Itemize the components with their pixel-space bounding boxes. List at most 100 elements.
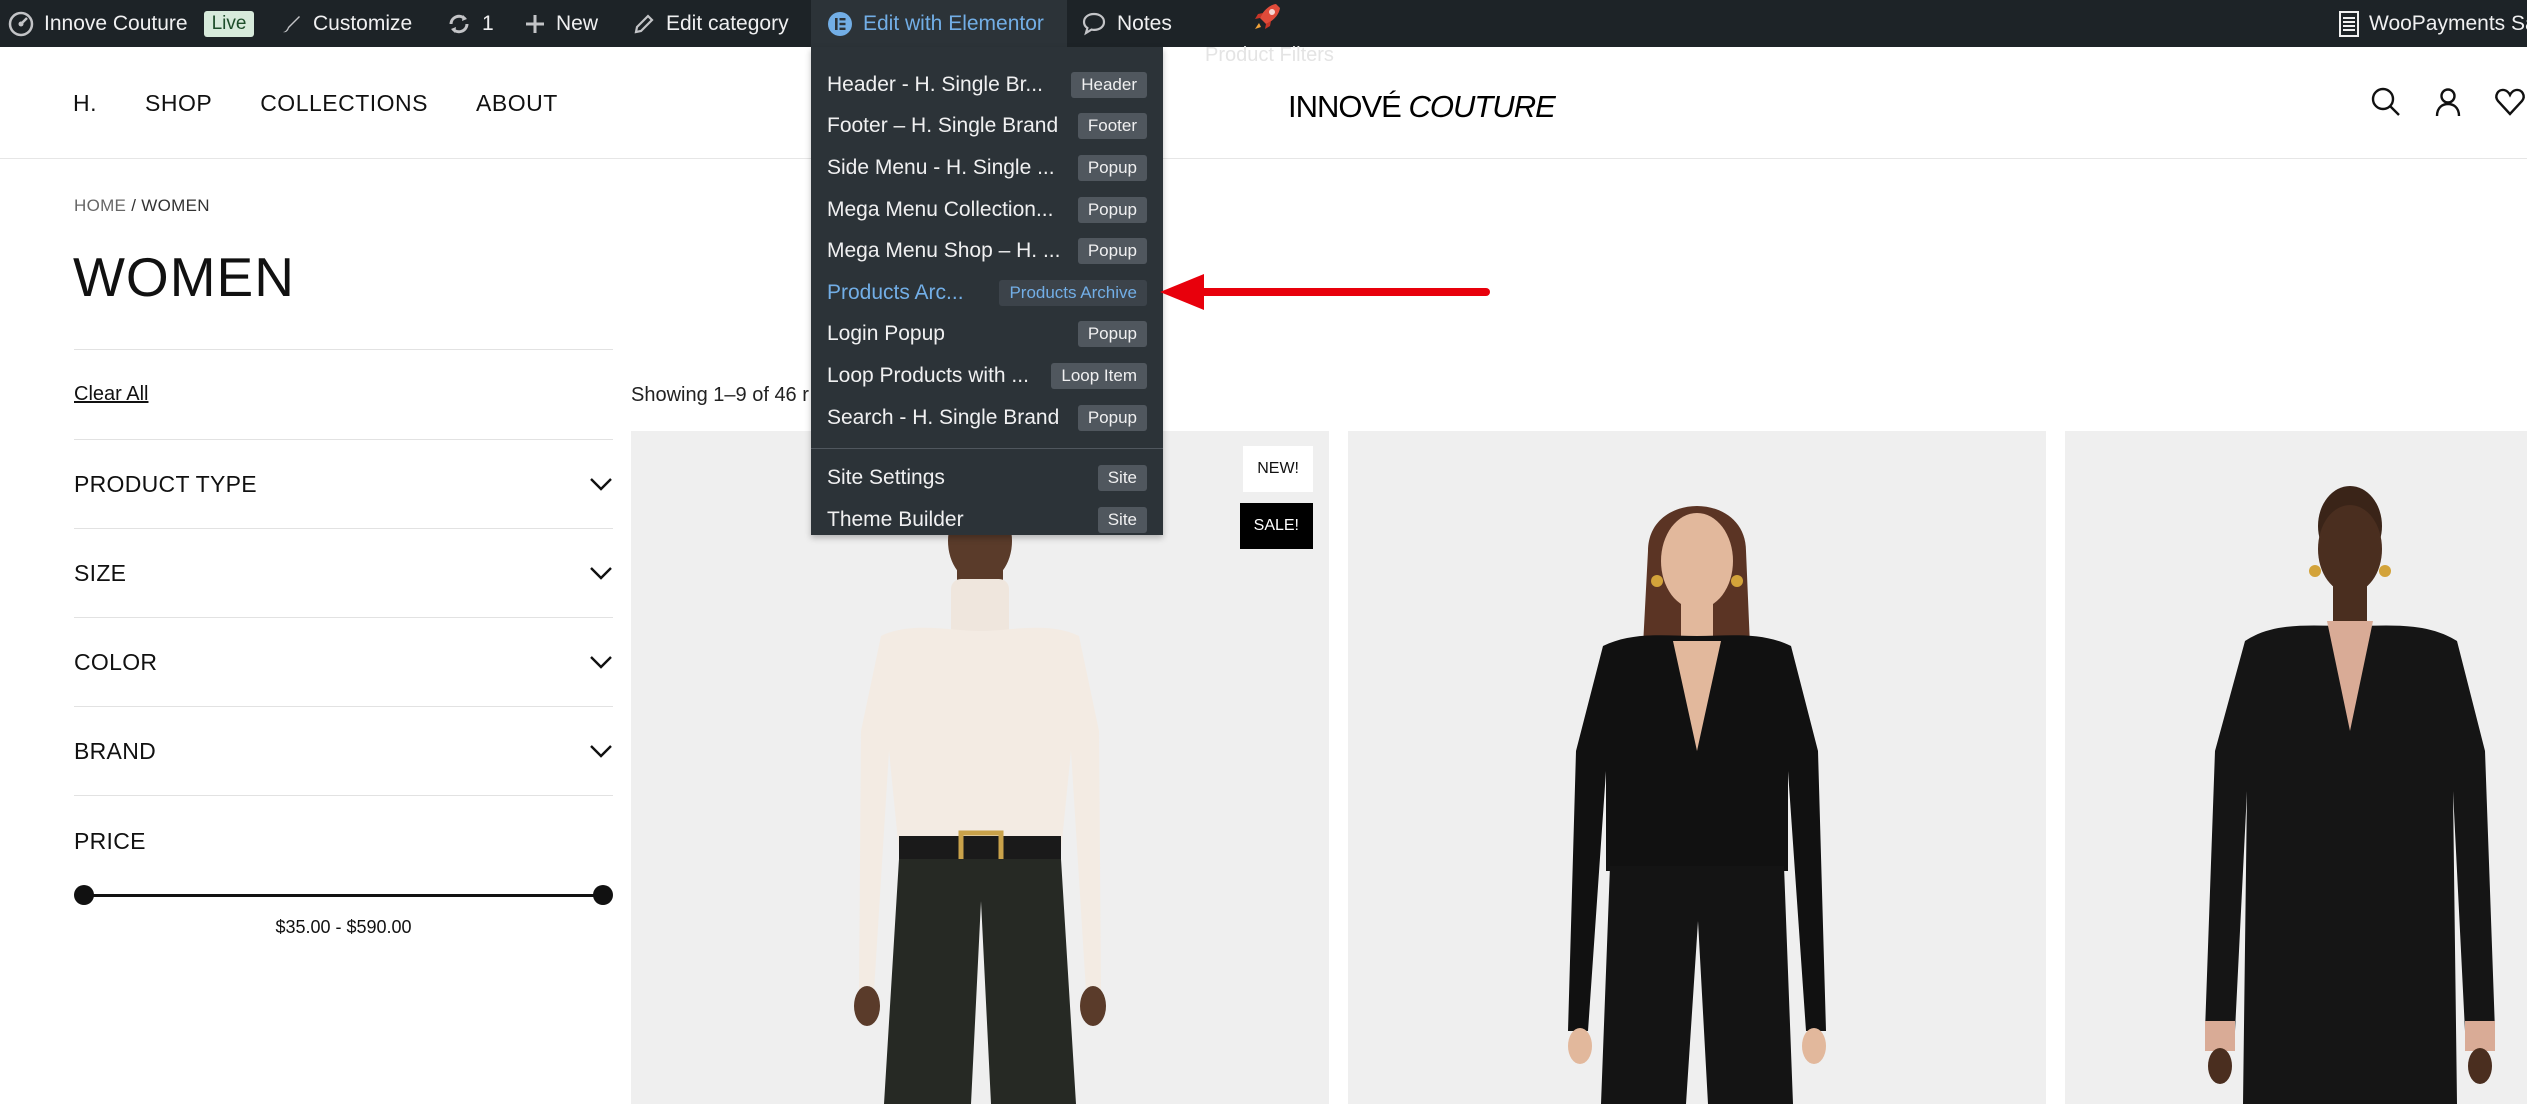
filter-size[interactable]: SIZE xyxy=(74,529,613,617)
product-card[interactable] xyxy=(1348,431,2046,1104)
nav-item-about[interactable]: ABOUT xyxy=(476,90,558,117)
header-icons xyxy=(2369,85,2527,119)
dropdown-item-label: Mega Menu Shop – H. ... xyxy=(827,239,1061,263)
dropdown-item-tag: Popup xyxy=(1077,196,1147,223)
notes-label: Notes xyxy=(1117,11,1172,35)
logo-part-1: INNOVÉ xyxy=(1288,89,1402,124)
dropdown-divider xyxy=(811,448,1163,450)
dropdown-item-tag: Site xyxy=(1097,506,1147,533)
dropdown-item-label: Login Popup xyxy=(827,322,945,346)
main-nav: H. SHOP COLLECTIONS ABOUT xyxy=(73,47,558,159)
customize-button[interactable]: Customize xyxy=(279,0,412,47)
nav-item-shop[interactable]: SHOP xyxy=(145,90,212,117)
page-title: WOMEN xyxy=(73,246,295,308)
chevron-down-icon xyxy=(590,656,612,669)
edit-with-elementor-label: Edit with Elementor xyxy=(863,11,1044,35)
filter-color[interactable]: COLOR xyxy=(74,618,613,706)
edit-category-button[interactable]: Edit category xyxy=(632,0,789,47)
account-icon[interactable] xyxy=(2431,85,2465,119)
elementor-dropdown-menu: Header - H. Single Br... Header Footer –… xyxy=(811,47,1163,535)
dropdown-item-tag: Header xyxy=(1071,71,1147,98)
dropdown-item-site-settings[interactable]: Site Settings Site xyxy=(811,457,1163,499)
dropdown-item-label: Loop Products with ... xyxy=(827,363,1029,387)
dropdown-item-tag: Popup xyxy=(1077,238,1147,265)
dropdown-item-mega-menu-collection[interactable]: Mega Menu Collection... Popup xyxy=(811,189,1163,231)
breadcrumb: HOME / WOMEN xyxy=(74,196,210,216)
pencil-icon xyxy=(634,13,654,33)
elementor-icon xyxy=(828,11,852,36)
price-filter-title: PRICE xyxy=(74,828,146,854)
new-badge: NEW! xyxy=(1243,446,1313,492)
breadcrumb-home[interactable]: HOME xyxy=(74,196,126,215)
product-image xyxy=(1348,431,2046,1104)
new-label: New xyxy=(556,11,599,35)
site-name-menu[interactable]: Innove Couture Live xyxy=(8,0,255,47)
nav-item-home[interactable]: H. xyxy=(73,90,97,117)
dropdown-item-products-archive[interactable]: Products Arc... Products Archive xyxy=(811,272,1163,314)
updates-button[interactable]: 1 xyxy=(446,0,494,47)
price-range-slider[interactable] xyxy=(74,885,613,905)
refresh-icon xyxy=(449,14,469,33)
dropdown-item-side-menu[interactable]: Side Menu - H. Single ... Popup xyxy=(811,147,1163,189)
edit-with-elementor-button[interactable]: Edit with Elementor xyxy=(811,0,1067,47)
dropdown-item-loop-products[interactable]: Loop Products with ... Loop Item xyxy=(811,355,1163,397)
dropdown-item-label: Footer – H. Single Brand xyxy=(827,114,1059,138)
dropdown-item-label: Side Menu - H. Single ... xyxy=(827,155,1055,179)
brush-icon xyxy=(283,15,300,32)
dropdown-item-search[interactable]: Search - H. Single Brand Popup xyxy=(811,397,1163,439)
red-arrow-annotation xyxy=(1160,274,1490,310)
dropdown-item-tag: Loop Item xyxy=(1051,362,1147,389)
wishlist-heart-icon[interactable] xyxy=(2493,85,2527,119)
chevron-down-icon xyxy=(590,745,612,758)
slider-min-handle[interactable] xyxy=(74,885,94,905)
slider-track xyxy=(84,894,603,897)
nav-item-collections[interactable]: COLLECTIONS xyxy=(260,90,428,117)
dropdown-item-label: Search - H. Single Brand xyxy=(827,405,1060,429)
dropdown-item-label: Theme Builder xyxy=(827,507,964,531)
breadcrumb-separator: / xyxy=(126,196,142,215)
document-icon xyxy=(2339,10,2359,37)
dropdown-item-label: Header - H. Single Br... xyxy=(827,72,1043,96)
product-filters-faint-label: Product Filters xyxy=(1205,44,1334,66)
result-count: Showing 1–9 of 46 r xyxy=(631,384,809,406)
dropdown-item-mega-menu-shop[interactable]: Mega Menu Shop – H. ... Popup xyxy=(811,230,1163,272)
dropdown-item-tag: Popup xyxy=(1077,321,1147,348)
chevron-down-icon xyxy=(590,567,612,580)
dropdown-item-label: Site Settings xyxy=(827,466,945,490)
dropdown-item-tag: Popup xyxy=(1077,154,1147,181)
speech-bubble-icon xyxy=(1082,12,1106,35)
dropdown-item-theme-builder[interactable]: Theme Builder Site xyxy=(811,499,1163,541)
notes-button[interactable]: Notes xyxy=(1081,0,1172,47)
chevron-down-icon xyxy=(590,478,612,491)
new-content-button[interactable]: New xyxy=(524,0,598,47)
site-logo[interactable]: INNOVÉ COUTURE xyxy=(1288,89,1556,125)
dropdown-item-label: Mega Menu Collection... xyxy=(827,197,1054,221)
customize-label: Customize xyxy=(313,11,413,35)
site-name: Innove Couture xyxy=(44,11,188,35)
woopayments-menu[interactable]: WooPayments Sa xyxy=(2339,0,2527,47)
dashboard-icon xyxy=(8,11,34,36)
filter-brand[interactable]: BRAND xyxy=(74,707,613,795)
dropdown-item-tag: Products Archive xyxy=(999,279,1147,306)
dropdown-item-header[interactable]: Header - H. Single Br... Header xyxy=(811,64,1163,106)
edit-category-label: Edit category xyxy=(666,11,789,35)
filter-label: COLOR xyxy=(74,648,158,675)
price-range-value: $35.00 - $590.00 xyxy=(275,917,412,937)
rocket-button[interactable] xyxy=(1250,0,1286,41)
product-card[interactable] xyxy=(2065,431,2527,1104)
rocket-icon xyxy=(1255,3,1280,29)
dropdown-item-login-popup[interactable]: Login Popup Popup xyxy=(811,314,1163,356)
filter-product-type[interactable]: PRODUCT TYPE xyxy=(74,440,613,528)
product-image xyxy=(2065,431,2527,1104)
filters-sidebar: Clear All PRODUCT TYPE SIZE COLOR BRAND … xyxy=(74,349,613,938)
slider-max-handle[interactable] xyxy=(593,885,613,905)
dropdown-item-tag: Site xyxy=(1097,465,1147,492)
filter-label: SIZE xyxy=(74,559,127,586)
filter-label: BRAND xyxy=(74,737,157,764)
search-icon[interactable] xyxy=(2369,85,2403,119)
dropdown-item-footer[interactable]: Footer – H. Single Brand Footer xyxy=(811,106,1163,148)
filter-label: PRODUCT TYPE xyxy=(74,470,257,497)
live-badge: Live xyxy=(203,10,255,37)
clear-all-link[interactable]: Clear All xyxy=(74,350,613,439)
sale-badge: SALE! xyxy=(1239,503,1313,549)
